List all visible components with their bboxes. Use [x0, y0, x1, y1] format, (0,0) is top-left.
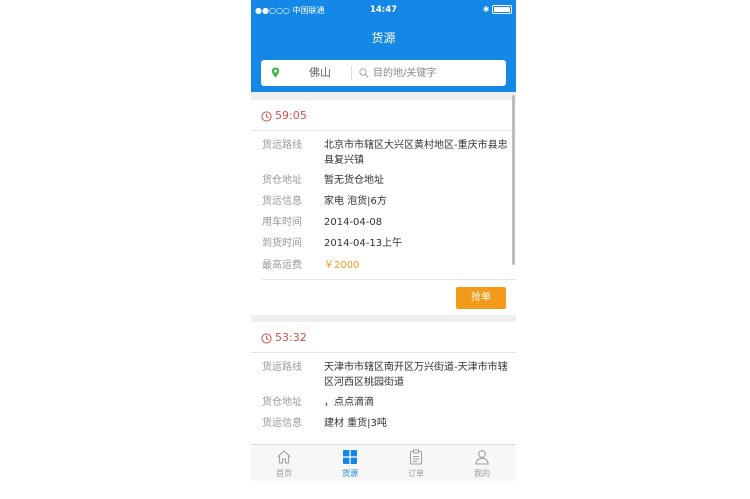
tab-profile[interactable]: 我的	[449, 445, 515, 481]
row-label: 货运路线	[262, 362, 302, 373]
clipboard-icon	[409, 449, 423, 465]
city-selector[interactable]: 佛山	[309, 60, 331, 86]
cargo-card: 53:32 货运路线 天津市市辖区南开区万兴街道-天津市市辖区河西区桃园街道 货…	[251, 322, 516, 444]
divider	[251, 130, 516, 131]
divider	[351, 66, 352, 80]
countdown: 59:05	[261, 108, 307, 124]
search-input[interactable]	[373, 60, 503, 86]
tab-label: 货源	[342, 469, 358, 478]
price-value: ￥2000	[324, 260, 360, 271]
row-label: 货仓地址	[262, 175, 302, 186]
row-label: 货运路线	[262, 140, 302, 151]
row-value: 天津市市辖区南开区万兴街道-天津市市辖区河西区桃园街道	[324, 362, 508, 388]
tab-cargo[interactable]: 货源	[317, 445, 383, 481]
tab-home[interactable]: 首页	[251, 445, 317, 481]
cargo-icon	[343, 450, 357, 464]
row-label: 到货时间	[262, 238, 302, 249]
divider	[251, 352, 516, 353]
home-icon	[277, 450, 291, 464]
clock-time: 14:47	[369, 5, 398, 15]
clock-icon	[261, 110, 272, 122]
row-value: 2014-04-08	[324, 217, 383, 228]
search-icon	[359, 68, 369, 78]
scrollbar[interactable]	[512, 95, 515, 265]
tab-bar: 首页 货源 订单 我的	[251, 444, 516, 481]
page-title: 货源	[251, 22, 516, 54]
location-pin-icon	[271, 67, 280, 78]
grab-order-button[interactable]: 抢单	[456, 287, 506, 309]
clock-icon	[261, 332, 272, 344]
countdown: 53:32	[261, 330, 307, 346]
search-box: 佛山	[261, 60, 506, 86]
row-label: 货运信息	[262, 418, 302, 429]
user-icon	[475, 450, 489, 465]
countdown-value: 59:05	[275, 109, 307, 122]
bluetooth-icon: ✱	[482, 5, 490, 14]
divider	[262, 279, 516, 280]
row-value: 建材 重货|3吨	[324, 418, 387, 429]
row-value: 北京市市辖区大兴区黄村地区-重庆市县忠县复兴镇	[324, 140, 508, 166]
tab-label: 我的	[474, 469, 490, 478]
cargo-list[interactable]: 59:05 货运路线 北京市市辖区大兴区黄村地区-重庆市县忠县复兴镇 货仓地址 …	[251, 92, 516, 444]
row-label: 最高运费	[262, 260, 302, 271]
row-label: 货运信息	[262, 196, 302, 207]
battery-icon	[492, 5, 512, 14]
cargo-card: 59:05 货运路线 北京市市辖区大兴区黄村地区-重庆市县忠县复兴镇 货仓地址 …	[251, 100, 516, 315]
row-value: 家电 泡货|6方	[324, 196, 387, 207]
row-label: 用车时间	[262, 217, 302, 228]
search-bar: 佛山	[251, 54, 516, 92]
tab-orders[interactable]: 订单	[383, 445, 449, 481]
phone-screen: ●●○○○ 中国联通 14:47 ✱ 货源 佛山 目的地/关键字 59:05 货…	[251, 0, 516, 499]
row-value: ，点点滴滴	[324, 397, 374, 408]
countdown-value: 53:32	[275, 331, 307, 344]
status-bar: ●●○○○ 中国联通 14:47 ✱	[251, 0, 516, 22]
row-label: 货仓地址	[262, 397, 302, 408]
tab-label: 订单	[408, 469, 424, 478]
row-value: 暂无货仓地址	[324, 175, 384, 186]
tab-label: 首页	[276, 469, 292, 478]
row-value: 2014-04-13上午	[324, 238, 403, 249]
